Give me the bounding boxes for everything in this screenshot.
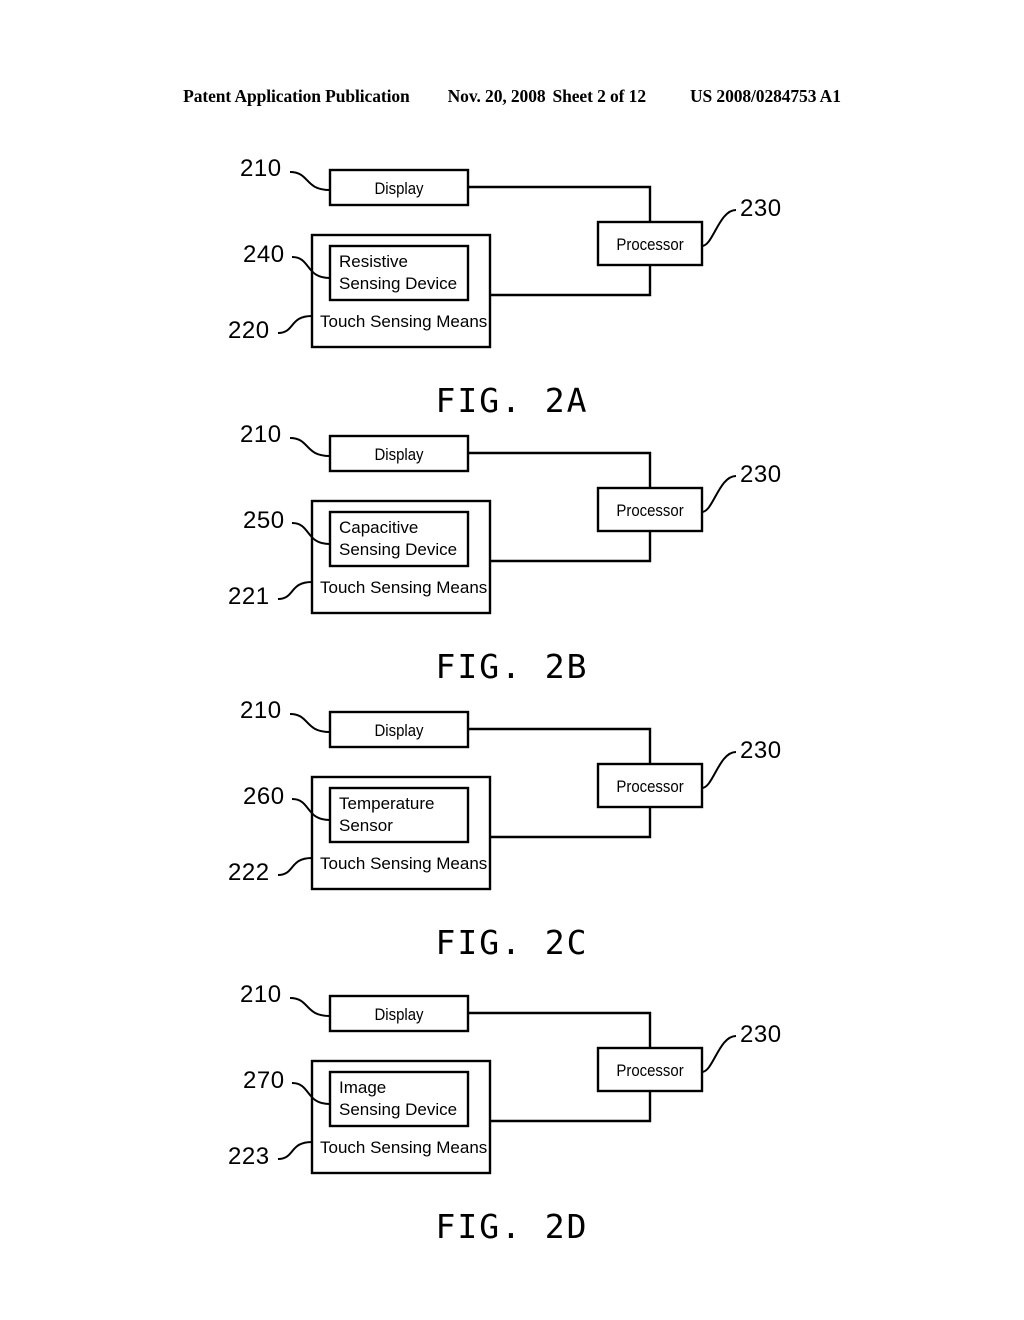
figure-diagram: Display Capacitive Sensing Device Touch Sen… <box>228 421 782 615</box>
reference-numeral-touch-sensing-means: 220 <box>228 317 270 344</box>
wire-processor-to-touch-sensing <box>468 265 652 297</box>
header-sheet-number: Sheet 2 of 12 <box>552 86 647 106</box>
leader-line-processor <box>701 1035 737 1073</box>
wire-display-to-processor <box>468 727 652 764</box>
display-label: Display <box>374 1006 423 1024</box>
leader-line-touch-sensing-means <box>277 581 313 600</box>
header-date: Nov. 20, 2008 <box>447 86 546 106</box>
leader-line-display <box>289 713 331 733</box>
figure-block: Display Temperature Sensor Touch Sensing Me… <box>0 692 1024 962</box>
reference-numeral-sensing-device: 250 <box>243 507 285 534</box>
wire-display-to-processor <box>468 451 652 488</box>
wire-display-to-processor <box>468 185 652 222</box>
sensing-device-label-line2: Sensing Device <box>339 1100 457 1119</box>
reference-numeral-touch-sensing-means: 222 <box>228 859 270 886</box>
reference-numeral-sensing-device: 240 <box>243 241 285 268</box>
figure-block: Display Capacitive Sensing Device Touch Sen… <box>0 416 1024 686</box>
reference-numeral-display: 210 <box>240 981 282 1008</box>
figure-caption: FIG. 2D <box>435 1207 589 1246</box>
wire-processor-to-touch-sensing <box>468 807 652 839</box>
header-patent-number: US 2008/0284753 A1 <box>689 86 841 106</box>
wire-display-to-processor <box>468 1011 652 1048</box>
wire-processor-to-touch-sensing <box>468 1091 652 1123</box>
leader-line-display <box>289 437 331 457</box>
figure-diagram: Display Resistive Sensing Device Touch Sens… <box>228 155 782 349</box>
processor-label: Processor <box>616 236 684 254</box>
processor-label: Processor <box>616 502 684 520</box>
sensing-device-label-line2: Sensing Device <box>339 274 457 293</box>
reference-numeral-display: 210 <box>240 421 282 448</box>
leader-line-display <box>289 171 331 191</box>
reference-numeral-processor: 230 <box>740 195 782 222</box>
sensing-device-label-line2: Sensor <box>339 816 393 835</box>
wire-processor-to-touch-sensing <box>468 531 652 563</box>
reference-numeral-display: 210 <box>240 697 282 724</box>
reference-numeral-processor: 230 <box>740 1021 782 1048</box>
reference-numeral-processor: 230 <box>740 461 782 488</box>
touch-sensing-means-label: Touch Sensing Means <box>320 312 487 331</box>
touch-sensing-means-label: Touch Sensing Means <box>320 854 487 873</box>
leader-line-touch-sensing-means <box>277 315 313 334</box>
leader-line-processor <box>701 475 737 513</box>
leader-line-processor <box>701 751 737 789</box>
reference-numeral-sensing-device: 270 <box>243 1067 285 1094</box>
sensing-device-label-line2: Sensing Device <box>339 540 457 559</box>
processor-label: Processor <box>616 778 684 796</box>
figure-diagram: Display Temperature Sensor Touch Sensing Me… <box>228 697 782 891</box>
page-header: Patent Application Publication Nov. 20, … <box>0 86 1024 112</box>
figure-caption: FIG. 2B <box>435 647 589 686</box>
leader-line-display <box>289 997 331 1017</box>
figure-caption: FIG. 2C <box>435 923 589 962</box>
figure-diagram: Display Image Sensing Device Touch Sensing … <box>228 981 782 1175</box>
figure-block: Display Image Sensing Device Touch Sensing … <box>0 976 1024 1246</box>
header-publication-title: Patent Application Publication <box>183 86 410 106</box>
reference-numeral-touch-sensing-means: 221 <box>228 583 270 610</box>
leader-line-touch-sensing-means <box>277 857 313 876</box>
reference-numeral-sensing-device: 260 <box>243 783 285 810</box>
touch-sensing-means-label: Touch Sensing Means <box>320 578 487 597</box>
display-label: Display <box>374 446 423 464</box>
sensing-device-label-line1: Capacitive <box>339 518 418 537</box>
touch-sensing-means-label: Touch Sensing Means <box>320 1138 487 1157</box>
leader-line-touch-sensing-means <box>277 1141 313 1160</box>
sensing-device-label-line1: Temperature <box>339 794 434 813</box>
figure-caption: FIG. 2A <box>435 381 589 420</box>
reference-numeral-display: 210 <box>240 155 282 182</box>
reference-numeral-touch-sensing-means: 223 <box>228 1143 270 1170</box>
figure-block: Display Resistive Sensing Device Touch Sens… <box>0 150 1024 420</box>
display-label: Display <box>374 722 423 740</box>
leader-line-processor <box>701 209 737 247</box>
sensing-device-label-line1: Image <box>339 1078 386 1097</box>
display-label: Display <box>374 180 423 198</box>
processor-label: Processor <box>616 1062 684 1080</box>
reference-numeral-processor: 230 <box>740 737 782 764</box>
sensing-device-label-line1: Resistive <box>339 252 408 271</box>
